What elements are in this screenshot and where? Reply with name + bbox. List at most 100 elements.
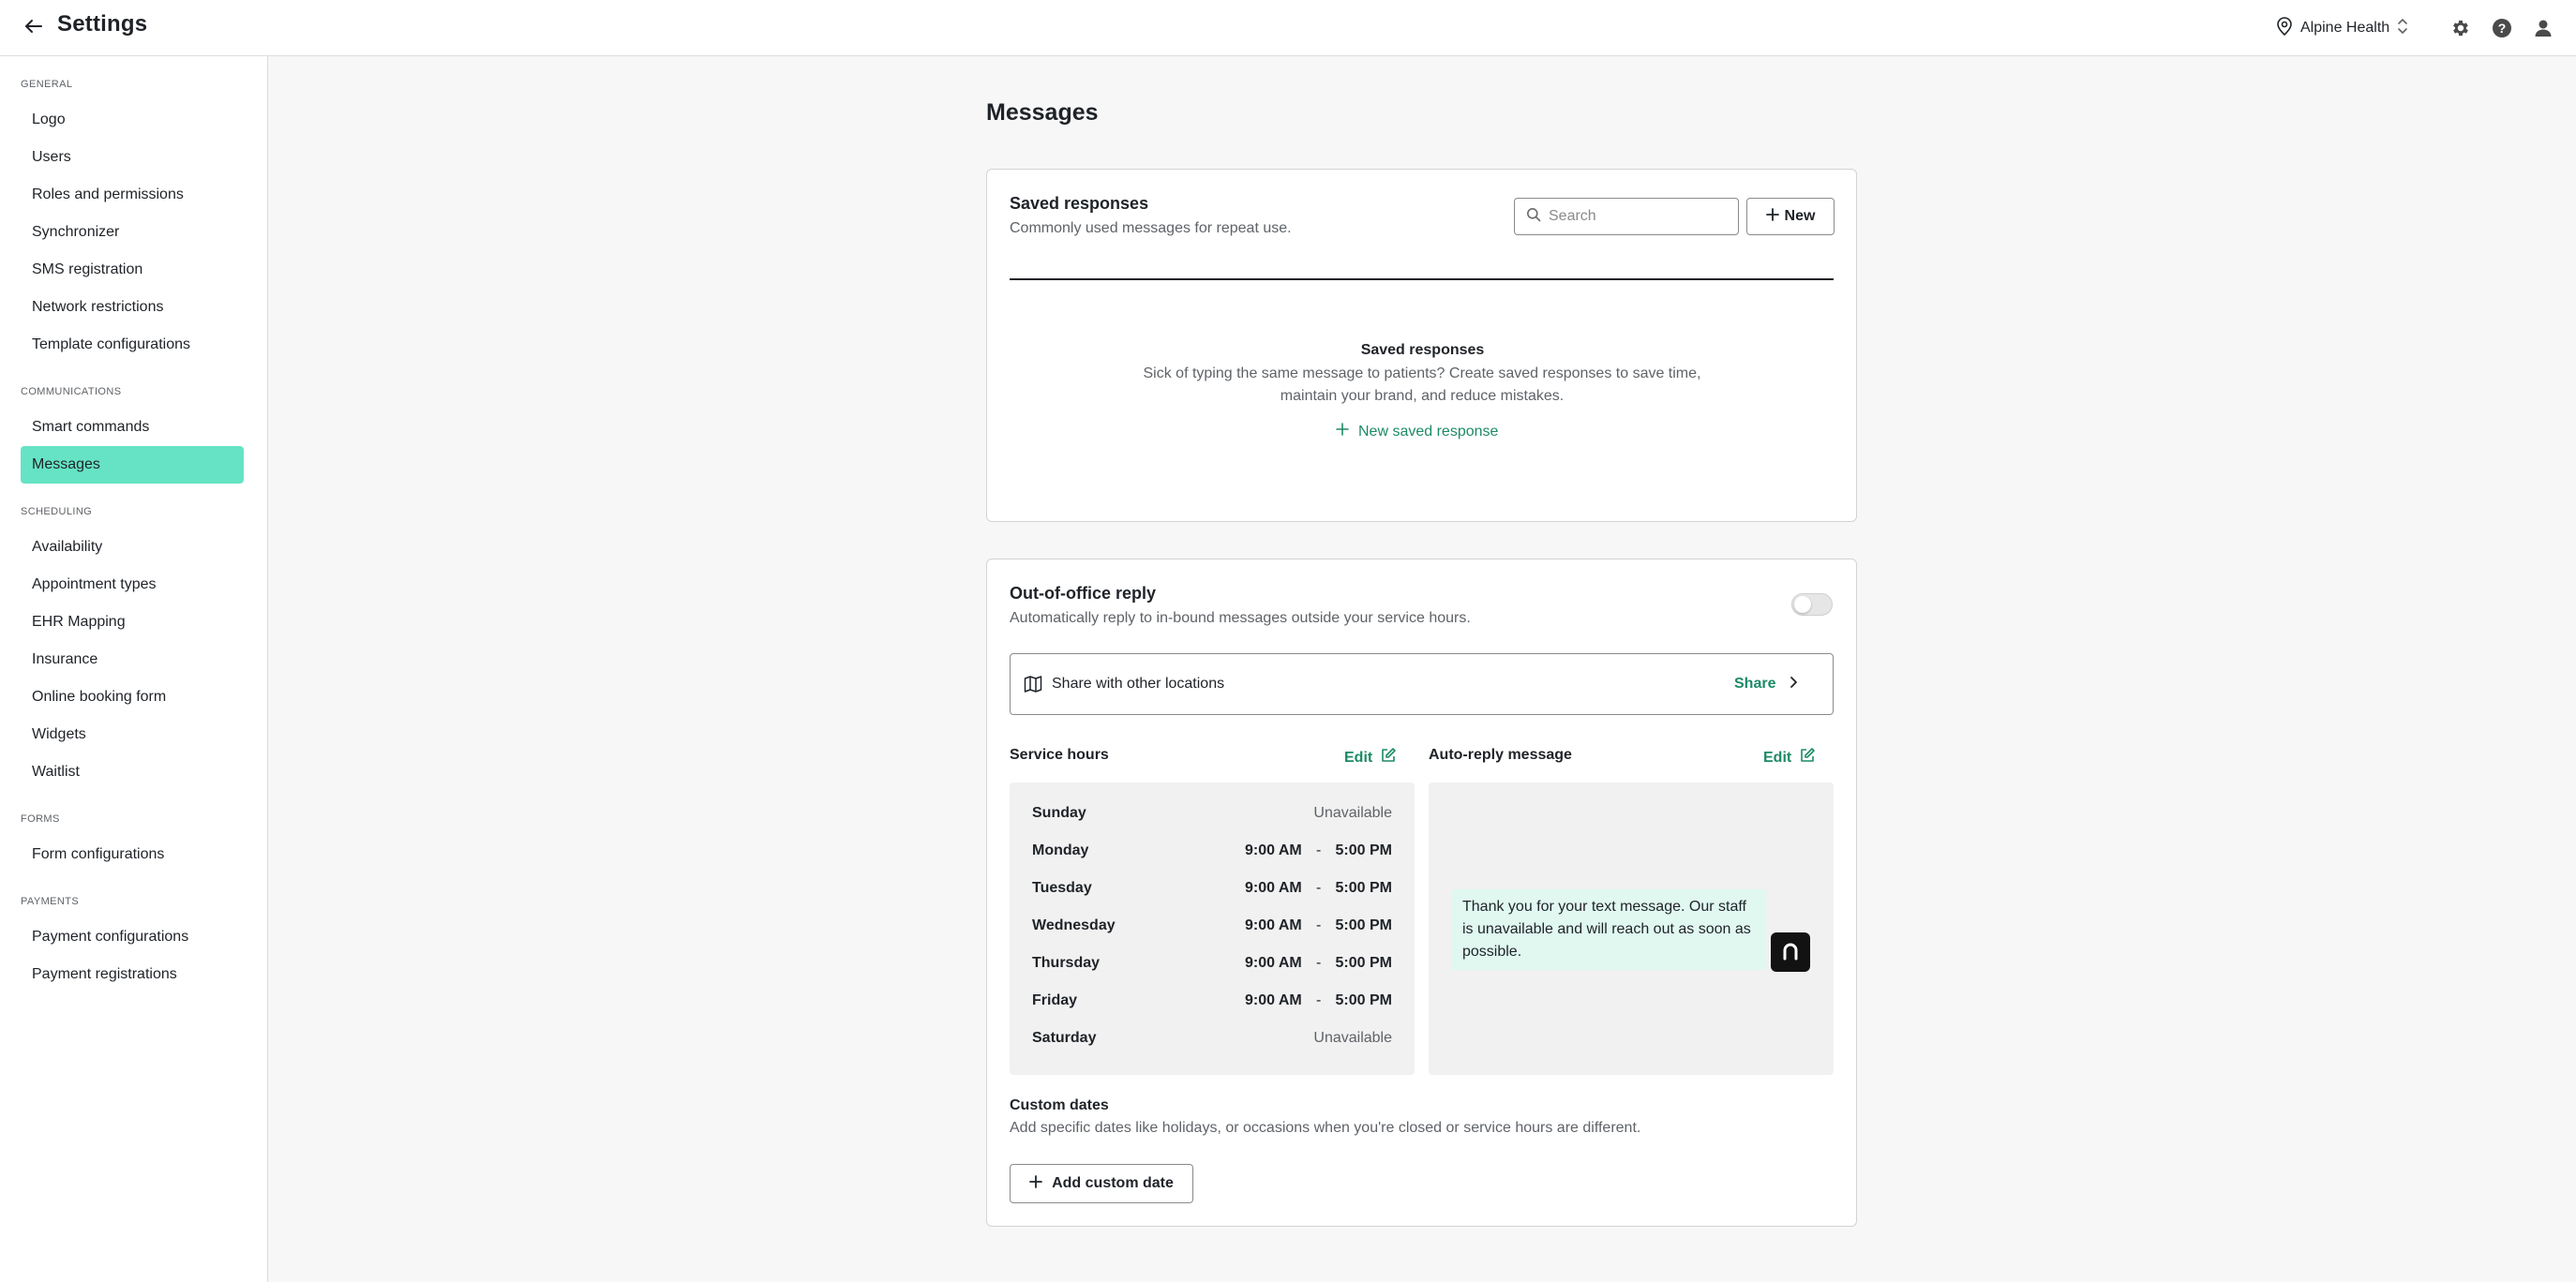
sidebar-item-payment-configurations[interactable]: Payment configurations — [21, 918, 244, 956]
sidebar-item-messages[interactable]: Messages — [21, 446, 244, 484]
back-button[interactable] — [19, 13, 49, 43]
time-separator: - — [1316, 992, 1322, 1008]
saved-responses-card: Saved responses Commonly used messages f… — [986, 169, 1857, 522]
close-time: 5:00 PM — [1335, 842, 1392, 858]
toggle-knob — [1794, 596, 1811, 613]
auto-reply-title: Auto-reply message — [1429, 747, 1572, 763]
chevron-up-down-icon — [2397, 18, 2408, 39]
share-with-locations-row: Share with other locations Share — [1010, 653, 1834, 715]
section-title: Messages — [986, 99, 1099, 126]
section-heading-communications: COMMUNICATIONS — [21, 386, 122, 397]
custom-dates-title: Custom dates — [1010, 1097, 1109, 1113]
svg-text:?: ? — [2498, 21, 2507, 36]
sidebar-item-sms-registration[interactable]: SMS registration — [21, 251, 244, 289]
arrow-left-icon — [22, 15, 45, 42]
search-field[interactable] — [1514, 198, 1739, 235]
sidebar-item-online-booking-form[interactable]: Online booking form — [21, 678, 244, 716]
edit-label: Edit — [1763, 749, 1792, 766]
sidebar-item-template-configurations[interactable]: Template configurations — [21, 326, 244, 364]
time-separator: - — [1316, 880, 1322, 896]
plus-icon — [1765, 207, 1779, 226]
sidebar: GENERAL Logo Users Roles and permissions… — [0, 56, 268, 1282]
service-hours-panel: Sunday Unavailable Monday 9:00 AM - 5:00… — [1010, 783, 1415, 1075]
hours-row-sunday: Sunday Unavailable — [1032, 805, 1392, 827]
share-link-label: Share — [1734, 676, 1776, 692]
sidebar-item-waitlist[interactable]: Waitlist — [21, 753, 244, 791]
divider — [1010, 278, 1834, 280]
custom-dates-subtitle: Add specific dates like holidays, or occ… — [1010, 1120, 1641, 1136]
hours-row-monday: Monday 9:00 AM - 5:00 PM — [1032, 842, 1392, 865]
open-time: 9:00 AM — [1245, 917, 1302, 933]
brand-logo-icon — [1771, 932, 1810, 972]
share-label: Share with other locations — [1052, 676, 1225, 692]
sidebar-item-synchronizer[interactable]: Synchronizer — [21, 214, 244, 251]
sidebar-item-roles-and-permissions[interactable]: Roles and permissions — [21, 176, 244, 214]
plus-icon — [1336, 423, 1349, 440]
plus-icon — [1029, 1174, 1042, 1193]
new-button[interactable]: New — [1746, 198, 1835, 235]
hours-row-wednesday: Wednesday 9:00 AM - 5:00 PM — [1032, 917, 1392, 940]
auto-reply-preview: Thank you for your text message. Our sta… — [1429, 783, 1834, 1075]
share-link[interactable]: Share — [1734, 676, 1798, 693]
sidebar-item-logo[interactable]: Logo — [21, 101, 244, 139]
sidebar-item-payment-registrations[interactable]: Payment registrations — [21, 956, 244, 993]
edit-service-hours-button[interactable]: Edit — [1344, 747, 1397, 768]
out-of-office-toggle[interactable] — [1791, 593, 1833, 616]
sidebar-item-smart-commands[interactable]: Smart commands — [21, 409, 244, 446]
day-label: Tuesday — [1032, 880, 1092, 896]
sidebar-item-network-restrictions[interactable]: Network restrictions — [21, 289, 244, 326]
hours-status: Unavailable — [1313, 1030, 1392, 1046]
search-input[interactable] — [1549, 208, 1717, 225]
edit-icon — [1799, 747, 1816, 768]
open-time: 9:00 AM — [1245, 842, 1302, 858]
help-icon[interactable]: ? — [2488, 14, 2516, 42]
sidebar-item-form-configurations[interactable]: Form configurations — [21, 836, 244, 873]
day-label: Saturday — [1032, 1030, 1097, 1046]
add-custom-date-button[interactable]: Add custom date — [1010, 1164, 1193, 1203]
map-pin-icon — [2276, 16, 2293, 40]
hours-status: Unavailable — [1313, 805, 1392, 821]
edit-icon — [1380, 747, 1397, 768]
out-of-office-subtitle: Automatically reply to in-bound messages… — [1010, 610, 1471, 626]
sidebar-item-insurance[interactable]: Insurance — [21, 641, 244, 678]
chevron-right-icon — [1789, 676, 1798, 693]
close-time: 5:00 PM — [1335, 955, 1392, 971]
hours-row-thursday: Thursday 9:00 AM - 5:00 PM — [1032, 955, 1392, 977]
top-bar: Settings Alpine Health ? — [0, 0, 2576, 56]
open-time: 9:00 AM — [1245, 955, 1302, 971]
sidebar-item-appointment-types[interactable]: Appointment types — [21, 566, 244, 604]
gear-icon[interactable] — [2447, 14, 2475, 42]
close-time: 5:00 PM — [1335, 917, 1392, 933]
day-label: Monday — [1032, 842, 1089, 858]
sidebar-item-availability[interactable]: Availability — [21, 529, 244, 566]
empty-state-title: Saved responses — [1360, 342, 1485, 358]
empty-state-description: Sick of typing the same message to patie… — [1143, 365, 1701, 404]
saved-responses-subtitle: Commonly used messages for repeat use. — [1010, 220, 1292, 236]
search-icon — [1526, 207, 1541, 227]
sidebar-item-widgets[interactable]: Widgets — [21, 716, 244, 753]
map-icon — [1024, 675, 1042, 698]
sidebar-item-ehr-mapping[interactable]: EHR Mapping — [21, 604, 244, 641]
new-saved-response-link[interactable]: New saved response — [1336, 423, 1498, 440]
section-heading-scheduling: SCHEDULING — [21, 506, 93, 517]
hours-row-friday: Friday 9:00 AM - 5:00 PM — [1032, 992, 1392, 1015]
user-icon[interactable] — [2529, 14, 2557, 42]
close-time: 5:00 PM — [1335, 992, 1392, 1008]
edit-auto-reply-button[interactable]: Edit — [1763, 747, 1816, 768]
auto-reply-bubble: Thank you for your text message. Our sta… — [1451, 889, 1766, 970]
sidebar-item-users[interactable]: Users — [21, 139, 244, 176]
hours-row-saturday: Saturday Unavailable — [1032, 1030, 1392, 1052]
close-time: 5:00 PM — [1335, 880, 1392, 896]
saved-responses-title: Saved responses — [1010, 194, 1149, 213]
location-name: Alpine Health — [2300, 20, 2390, 36]
location-picker[interactable]: Alpine Health — [2276, 13, 2408, 43]
edit-label: Edit — [1344, 749, 1373, 766]
service-hours-title: Service hours — [1010, 747, 1109, 763]
section-heading-forms: FORMS — [21, 813, 60, 825]
time-separator: - — [1316, 955, 1322, 971]
day-label: Sunday — [1032, 805, 1086, 821]
page-title: Settings — [57, 11, 148, 37]
time-separator: - — [1316, 917, 1322, 933]
day-label: Wednesday — [1032, 917, 1116, 933]
hours-row-tuesday: Tuesday 9:00 AM - 5:00 PM — [1032, 880, 1392, 902]
